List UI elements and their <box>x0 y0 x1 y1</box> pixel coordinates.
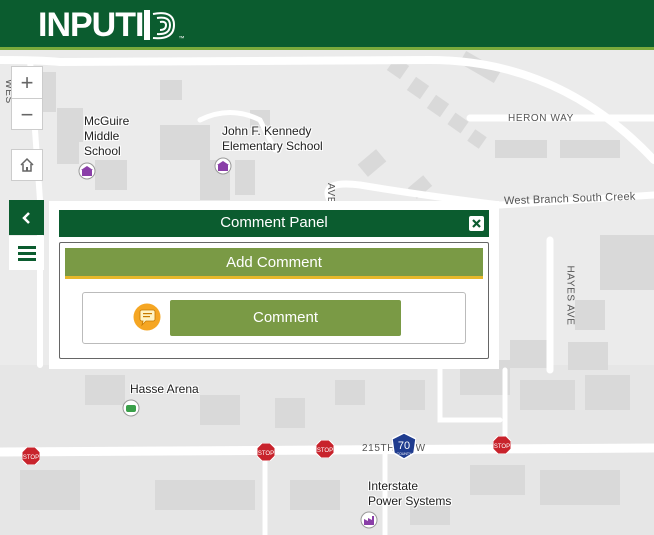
comment-panel: Comment Panel Add Comment Comment <box>49 201 499 369</box>
collapse-panel-button[interactable] <box>9 200 44 235</box>
close-icon <box>472 219 481 228</box>
stop-sign-icon: STOP <box>316 440 334 458</box>
close-button[interactable] <box>469 216 484 231</box>
school-icon[interactable] <box>214 157 232 175</box>
svg-text:STOP: STOP <box>494 444 510 450</box>
svg-text:COUNTY: COUNTY <box>397 452 412 456</box>
zoom-in-button[interactable]: + <box>12 67 42 98</box>
hamburger-icon <box>17 246 36 261</box>
fingerprint-icon <box>144 10 176 40</box>
zoom-out-button[interactable]: − <box>12 99 42 130</box>
svg-text:STOP: STOP <box>258 451 274 457</box>
road-label-hayes: HAYES AVE <box>564 265 576 326</box>
app-header: INPUTI ™ <box>0 0 654 50</box>
app-logo: INPUTI ™ <box>38 6 184 44</box>
panel-body: Add Comment Comment <box>59 242 489 359</box>
comment-button[interactable]: Comment <box>170 300 401 336</box>
svg-text:STOP: STOP <box>317 448 333 454</box>
stop-sign-icon: STOP <box>493 436 511 454</box>
chevron-left-icon <box>21 211 30 224</box>
place-label-mcguire: McGuire Middle School <box>84 114 130 158</box>
logo-trademark: ™ <box>178 36 185 42</box>
stop-sign-icon: STOP <box>22 447 40 465</box>
zoom-control: + − <box>11 66 43 130</box>
panel-title: Comment Panel <box>220 214 328 231</box>
arena-icon[interactable] <box>122 399 140 417</box>
home-icon <box>20 157 34 172</box>
add-comment-header: Add Comment <box>65 248 483 279</box>
comment-option: Comment <box>82 292 466 344</box>
panel-title-bar: Comment Panel <box>59 210 489 237</box>
road-label-heron: HERON WAY <box>508 113 574 124</box>
route-shield-icon: 70 COUNTY <box>392 433 416 459</box>
stop-sign-icon: STOP <box>257 443 275 461</box>
place-label-kennedy: John F. Kennedy Elementary School <box>222 124 323 153</box>
factory-icon[interactable] <box>360 511 378 529</box>
school-icon[interactable] <box>78 162 96 180</box>
home-button[interactable] <box>11 149 43 181</box>
place-label-interstate: Interstate Power Systems <box>368 479 452 508</box>
menu-button[interactable] <box>9 236 44 270</box>
logo-text: INPUTI <box>38 6 144 44</box>
svg-text:70: 70 <box>398 440 410 452</box>
speech-bubble-icon[interactable] <box>133 303 161 331</box>
place-label-hasse: Hasse Arena <box>130 382 199 396</box>
svg-text:STOP: STOP <box>23 455 39 461</box>
